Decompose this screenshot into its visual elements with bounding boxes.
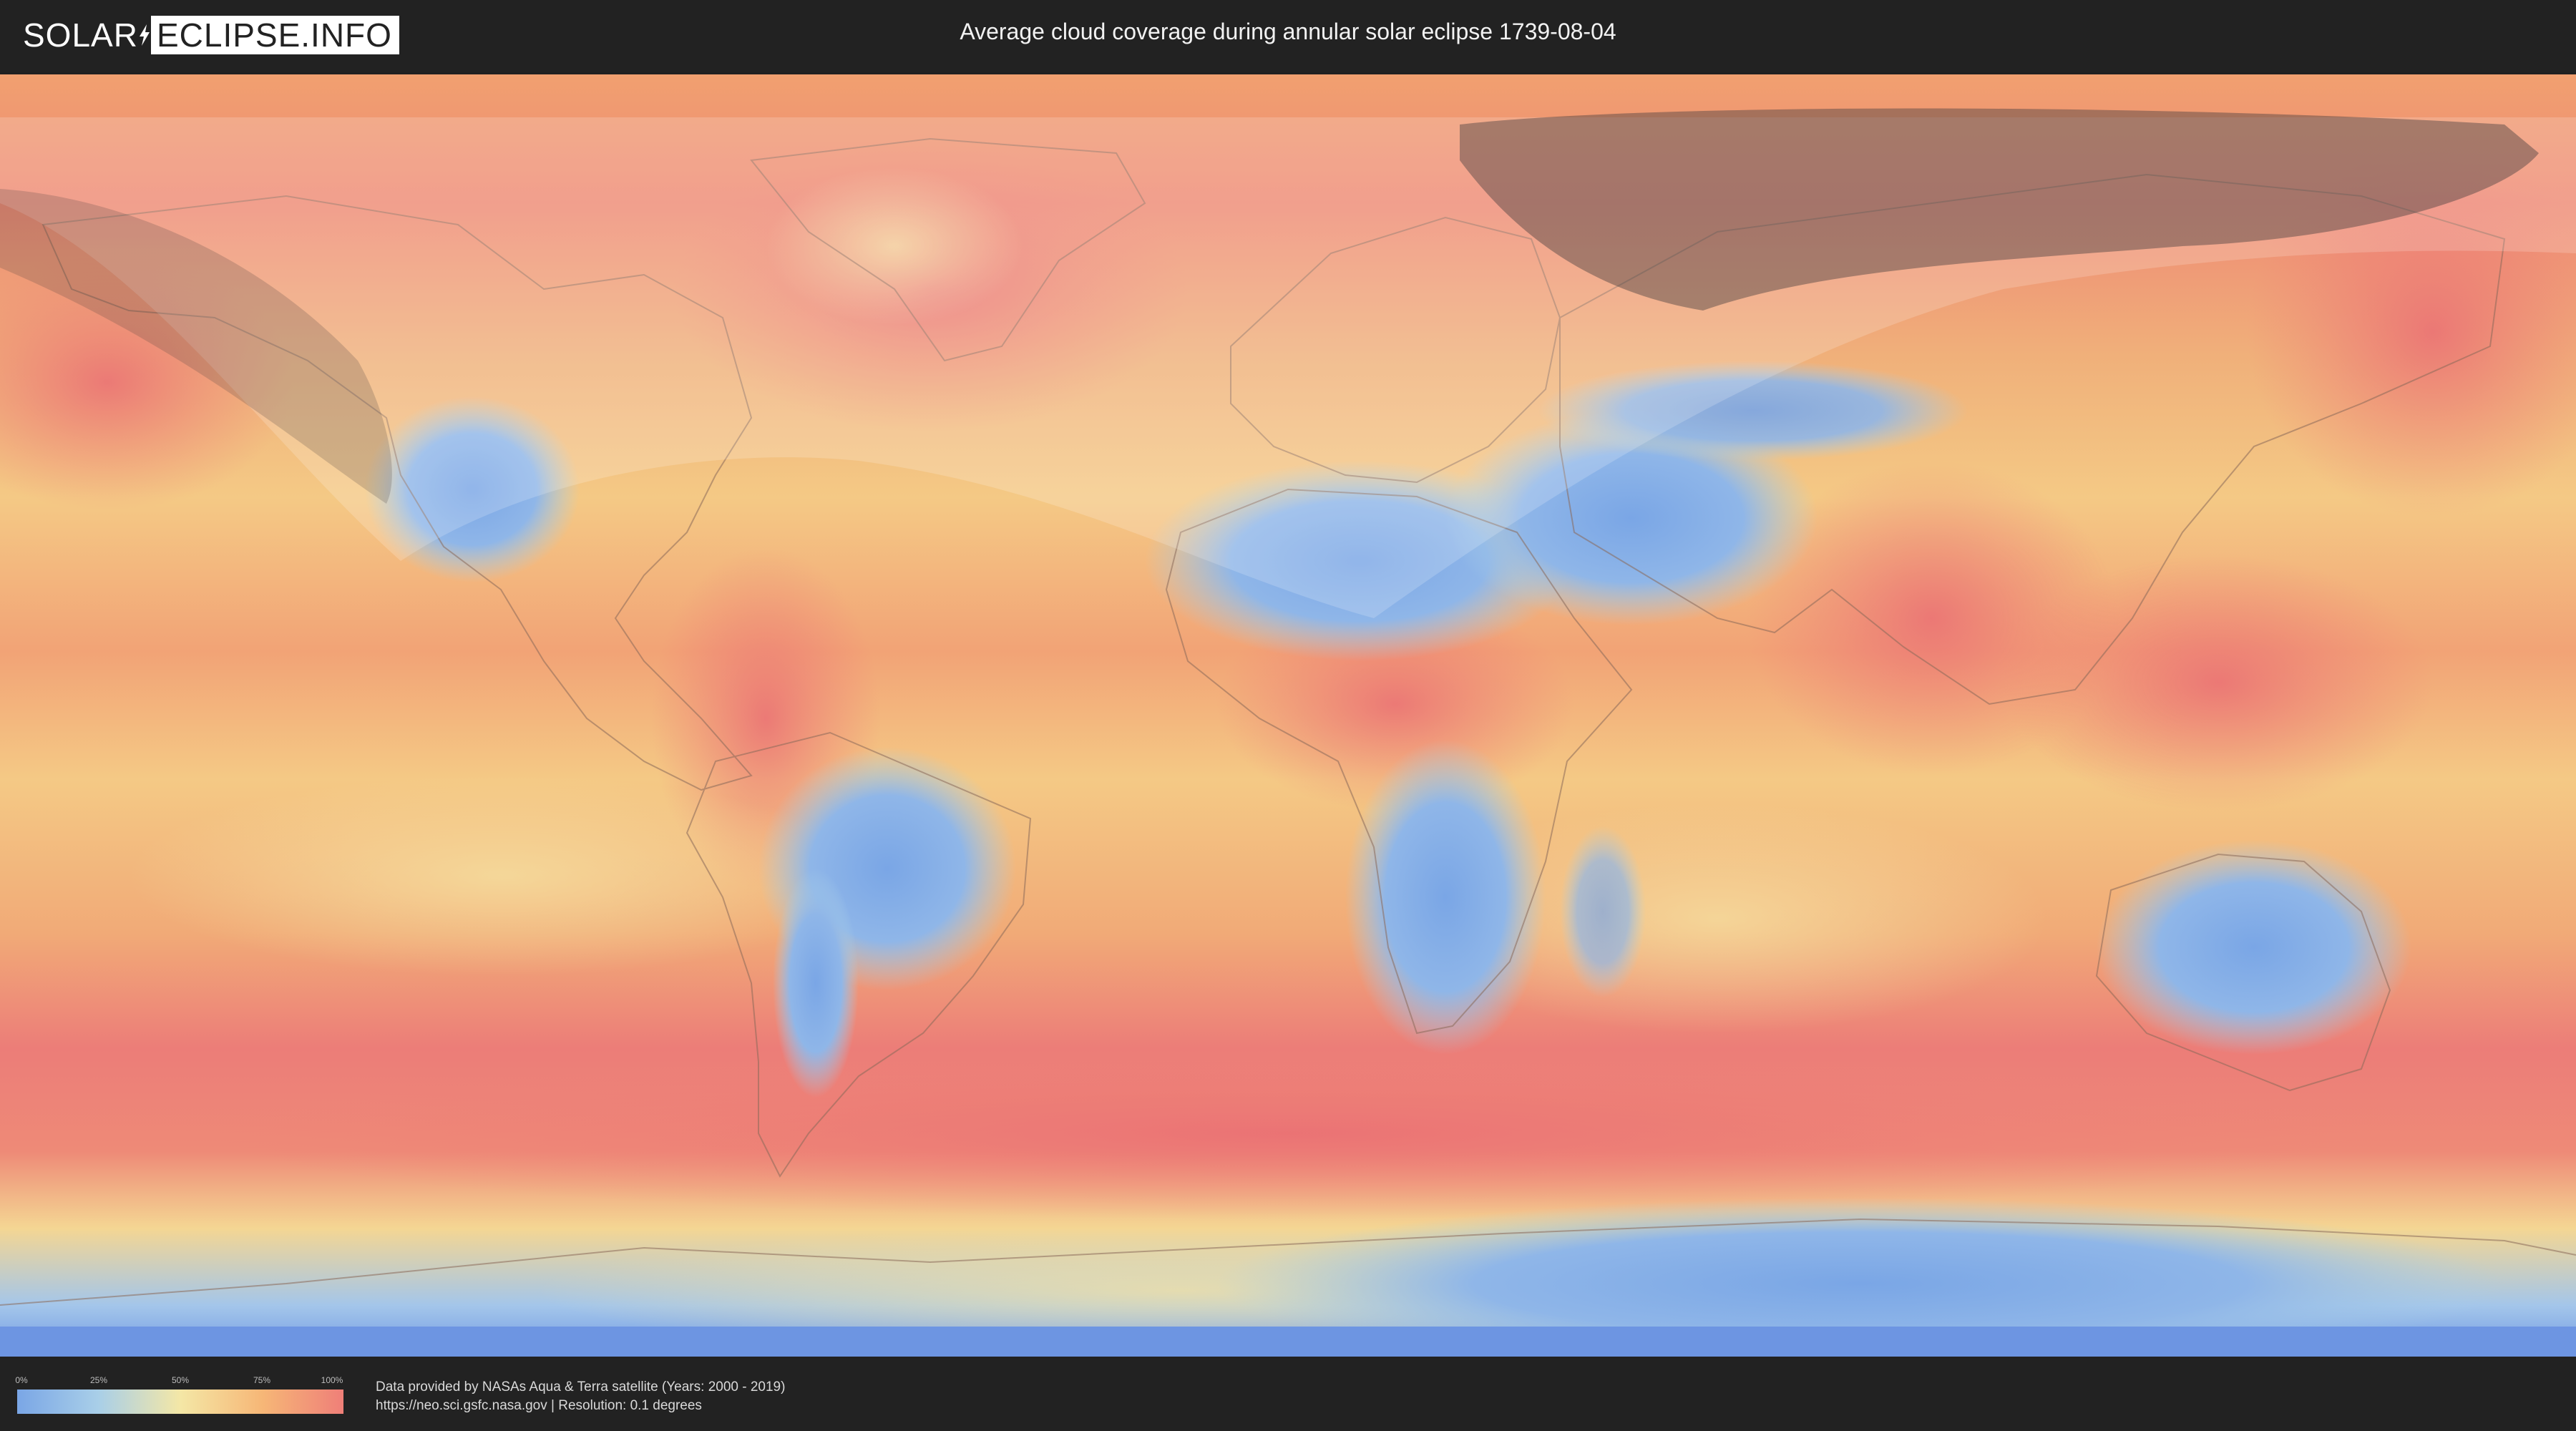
cloud-coverage-map[interactable] [0, 74, 2576, 1357]
data-source-link[interactable]: https://neo.sci.gsfc.nasa.gov | Resoluti… [376, 1398, 702, 1414]
header-bar: SOLAR ECLIPSE.INFO Average cloud coverag… [0, 0, 2576, 72]
data-credit-text: Data provided by NASAs Aqua & Terra sate… [376, 1379, 786, 1395]
cloud-coverage-legend: 0% 25% 50% 75% 100% [15, 1375, 343, 1418]
footer-bar: 0% 25% 50% 75% 100% Data provided by NAS… [0, 1359, 2576, 1431]
legend-tick-100: 100% [321, 1375, 343, 1385]
legend-tick-50: 50% [171, 1375, 190, 1385]
app-root: SOLAR ECLIPSE.INFO Average cloud coverag… [0, 0, 2576, 1431]
legend-tick-75: 75% [253, 1375, 271, 1385]
map-canvas [0, 74, 2576, 1357]
legend-color-bar [17, 1390, 343, 1414]
legend-tick-0: 0% [15, 1375, 28, 1385]
legend-tick-25: 25% [89, 1375, 108, 1385]
page-title: Average cloud coverage during annular so… [960, 19, 1616, 44]
